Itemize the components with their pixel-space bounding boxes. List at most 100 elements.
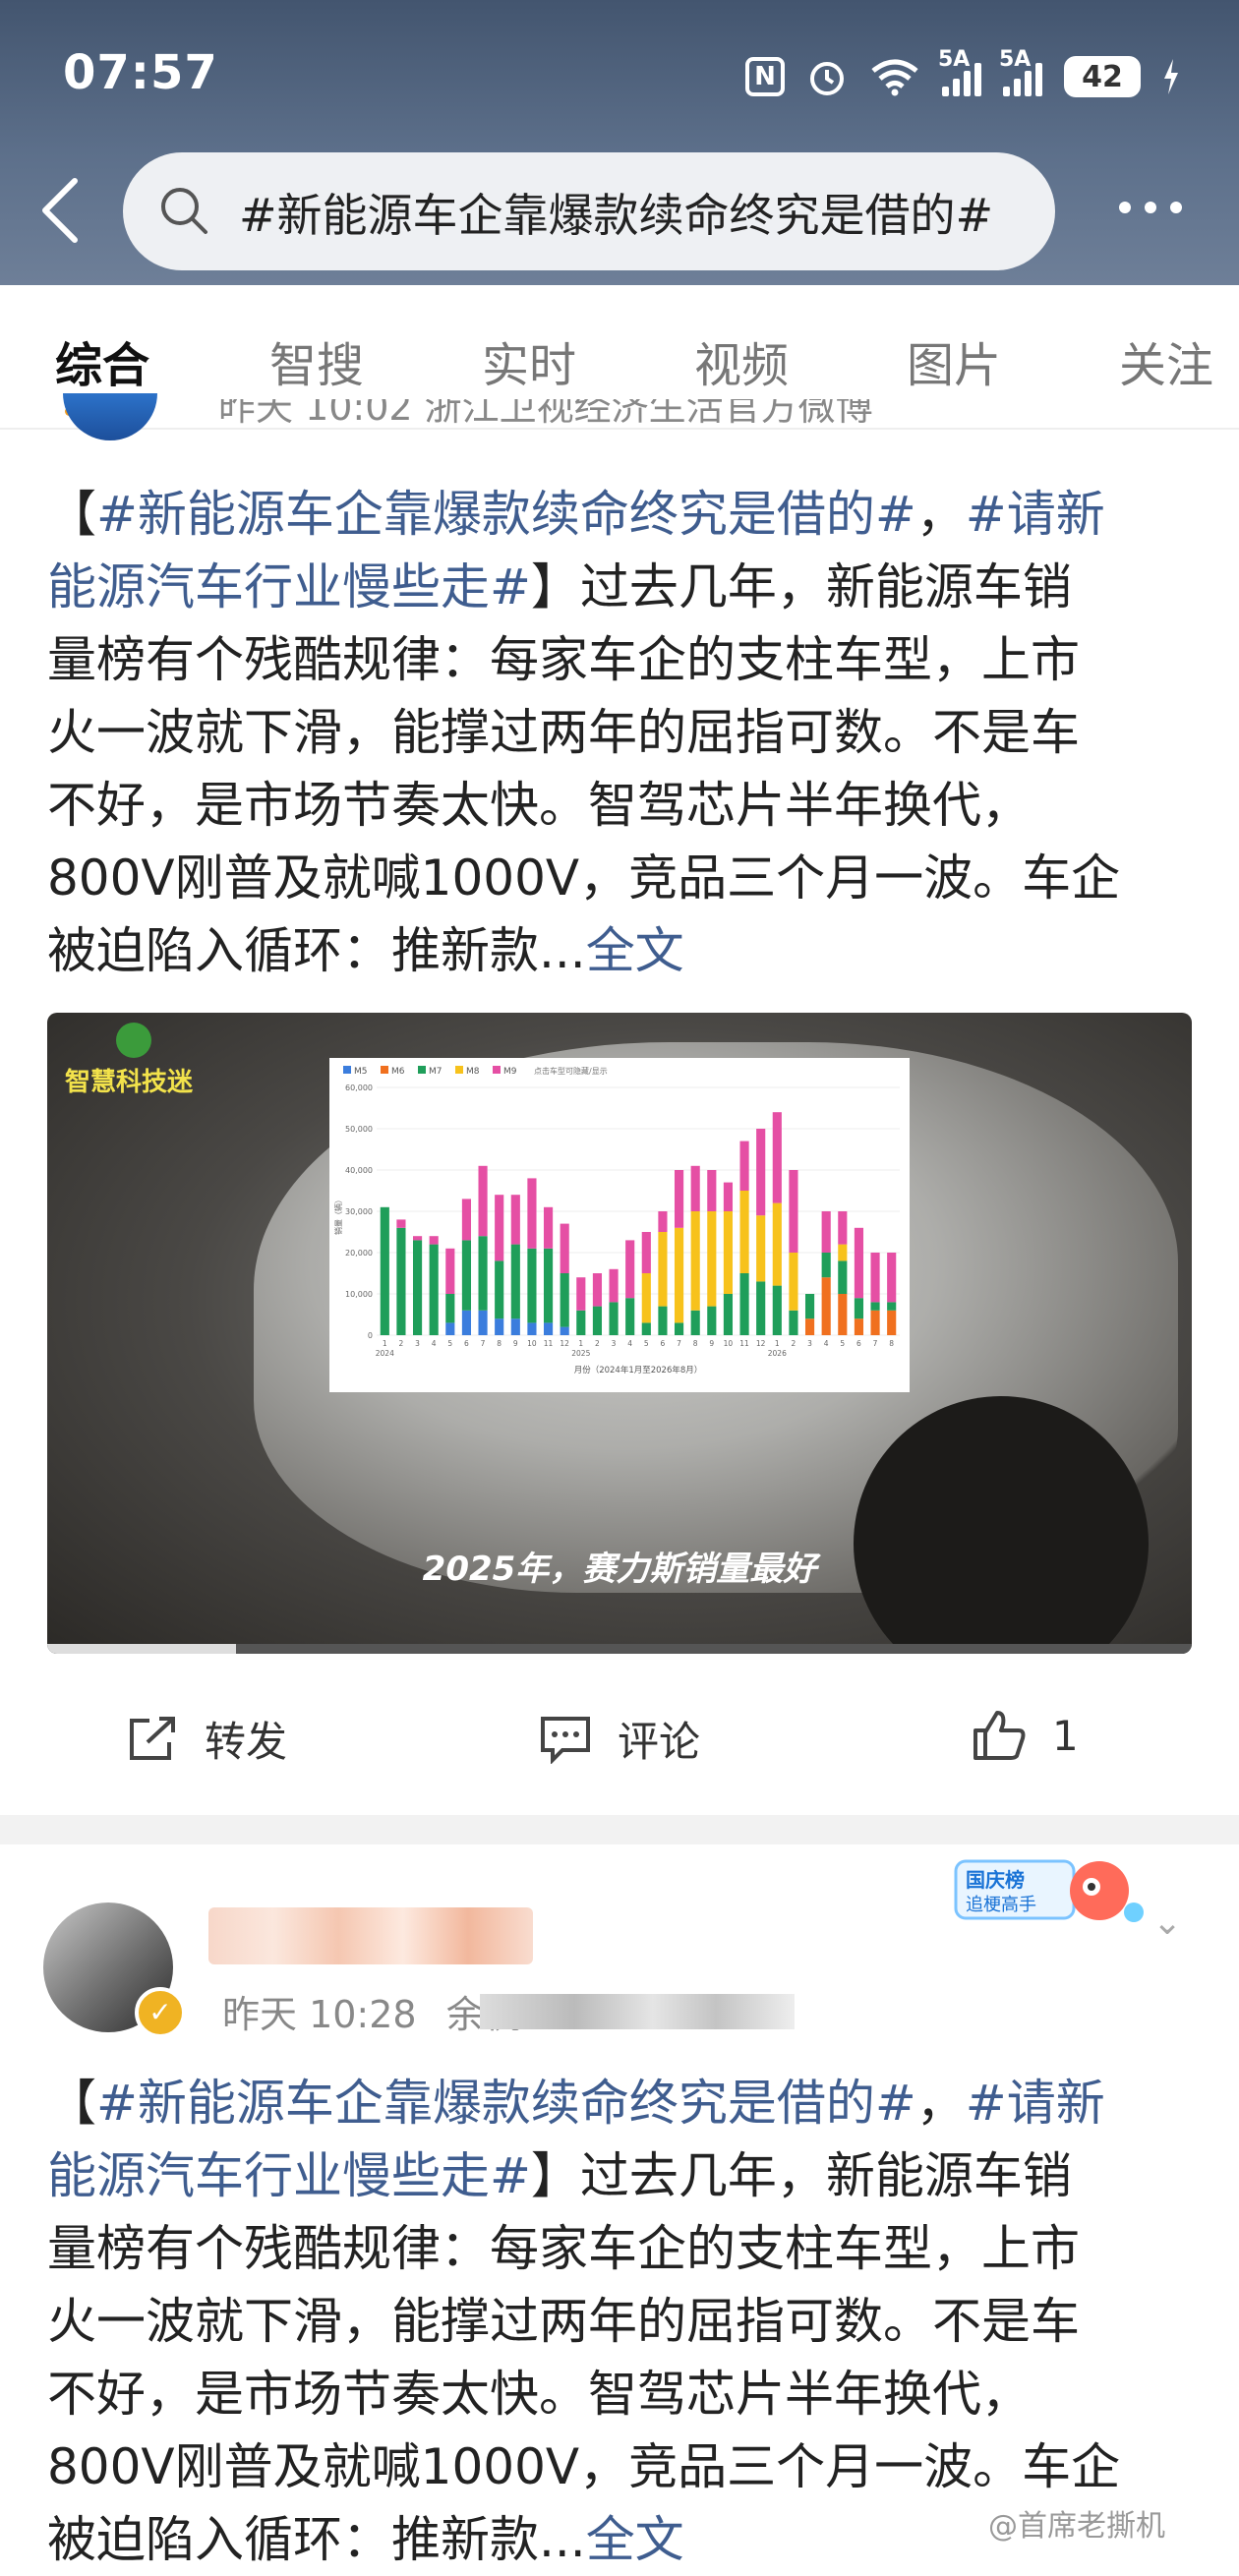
topic-hashtag-link[interactable]: #新能源车企靠爆款续命终究是借的# <box>96 2075 916 2132</box>
like-button[interactable]: 1 <box>972 1709 1079 1762</box>
bar-segment-m7 <box>576 1310 586 1335</box>
repost-label: 转发 <box>205 1718 288 1766</box>
y-tick-label: 40,000 <box>345 1166 373 1175</box>
post1-avatar[interactable] <box>63 393 157 440</box>
topic-hashtag-link[interactable]: #请新 <box>966 2075 1105 2132</box>
post-line: 能源汽车行业慢些走#】过去几年，新能源车销 <box>47 2139 1227 2212</box>
back-arrow-icon[interactable] <box>35 175 83 246</box>
video-progress-bar[interactable] <box>47 1644 1192 1654</box>
bar-segment-m9 <box>412 1236 423 1241</box>
search-input[interactable]: #新能源车企靠爆款续命终究是借的# <box>239 180 993 245</box>
legend-label: M6 <box>391 1067 405 1077</box>
svg-text:国庆榜: 国庆榜 <box>966 1868 1025 1892</box>
post-line: 不好，是市场节奏太快。智驾芯片半年换代， <box>47 769 1227 842</box>
top-header: 07:57 N 5A 5A 42 #新能源车企靠爆款续命终究是借的# <box>0 0 1239 285</box>
bar-segment-m9 <box>527 1178 537 1249</box>
channel-logo-icon <box>116 1023 151 1058</box>
bar-segment-m7 <box>625 1298 635 1335</box>
post-separator <box>0 1815 1239 1844</box>
post2-dropdown-icon[interactable]: ⌄ <box>1152 1903 1182 1943</box>
signal-icon-2: 5A <box>999 47 1042 96</box>
topic-hashtag-link[interactable]: 能源汽车行业慢些走# <box>47 2147 531 2204</box>
post2-content[interactable]: 【#新能源车企靠爆款续命终究是借的#，#请新 能源汽车行业慢些走#】过去几年，新能… <box>47 2067 1227 2576</box>
more-options-icon[interactable] <box>1119 202 1182 213</box>
x-tick-label: 3 <box>807 1339 812 1348</box>
post-text-segment: 不好，是市场节奏太快。智驾芯片半年换代， <box>47 777 1031 834</box>
post1-content[interactable]: 【#新能源车企靠爆款续命终究是借的#，#请新 能源汽车行业慢些走#】过去几年，新能… <box>47 478 1227 987</box>
bar-segment-m8 <box>723 1211 734 1294</box>
legend-label: M8 <box>466 1067 480 1077</box>
comment-icon <box>541 1716 590 1764</box>
x-tick-label: 10 <box>527 1339 537 1348</box>
repost-button[interactable]: 转发 <box>126 1709 287 1769</box>
comment-button[interactable]: 评论 <box>539 1709 700 1769</box>
post1-meta: 昨天 10:02 浙江卫视经济生活官方微博 <box>218 399 873 429</box>
x-tick-label: 1 <box>775 1339 780 1348</box>
topic-hashtag-link[interactable]: #新能源车企靠爆款续命终究是借的# <box>96 486 916 543</box>
national-day-badge-icon[interactable]: 国庆榜 追梗高手 <box>952 1853 1149 1932</box>
full-text-link[interactable]: 全文 <box>586 2511 684 2568</box>
bar-segment-m7 <box>543 1248 554 1323</box>
x-tick-label: 11 <box>544 1339 554 1348</box>
verified-badge-icon: ✓ <box>135 1987 186 2038</box>
tab-comprehensive[interactable]: 综合 <box>55 326 149 395</box>
x-tick-label: 9 <box>709 1339 714 1348</box>
tab-images[interactable]: 图片 <box>907 326 1001 395</box>
bar-segment-m9 <box>560 1223 569 1273</box>
nfc-icon: N <box>745 57 785 96</box>
video-subtitle: 2025年，赛力斯销量最好 <box>422 1550 817 1589</box>
full-text-link[interactable]: 全文 <box>586 922 684 979</box>
tab-following[interactable]: 关注 <box>1119 326 1213 395</box>
bar-segment-m8 <box>674 1227 684 1323</box>
bar-segment-m9 <box>510 1195 520 1245</box>
svg-text:追梗高手: 追梗高手 <box>966 1895 1036 1915</box>
bar-segment-m7 <box>510 1244 520 1319</box>
bar-segment-m5 <box>461 1310 472 1335</box>
bar-segment-m7 <box>739 1273 749 1335</box>
bar-segment-m8 <box>739 1191 749 1273</box>
post-text-segment: 】过去几年，新能源车销 <box>530 558 1072 615</box>
post-line: 800V刚普及就喊1000V，竞品三个月一波。车企 <box>47 2430 1227 2503</box>
bar-segment-m7 <box>396 1227 406 1335</box>
video-chart: M5 M6 M7 M8 M9 点击车型可隐藏/显示 0 10,000 20,000 30,000 4… <box>329 1058 910 1392</box>
status-time: 07:57 <box>63 45 218 100</box>
bar-segment-m6 <box>854 1318 864 1335</box>
bar-segment-m7 <box>821 1253 831 1278</box>
year-label: 2025 <box>571 1349 590 1358</box>
bar-segment-m7 <box>429 1244 439 1335</box>
bar-segment-m8 <box>838 1244 848 1261</box>
bar-segment-m5 <box>527 1322 537 1335</box>
x-tick-label: 8 <box>497 1339 502 1348</box>
bar-segment-m5 <box>510 1318 520 1335</box>
post1-video[interactable]: 智慧科技迷 M5 M6 M7 M8 M9 点击车型可隐藏/显示 0 10,000 20,000 3… <box>47 1013 1192 1654</box>
topic-hashtag-link[interactable]: #请新 <box>966 486 1105 543</box>
bar-segment-m7 <box>412 1240 423 1335</box>
post-text-segment: 被迫陷入循环：推新款... <box>47 922 586 979</box>
bar-segment-m7 <box>495 1260 504 1319</box>
y-tick-label: 0 <box>368 1331 373 1340</box>
bar-segment-m8 <box>641 1273 651 1323</box>
post-line: 火一波就下滑，能撑过两年的屈指可数。不是车 <box>47 696 1227 769</box>
battery-icon: 42 <box>1064 56 1141 97</box>
y-tick-label: 20,000 <box>345 1249 373 1258</box>
bar-segment-m5 <box>495 1318 504 1335</box>
bar-segment-m9 <box>887 1253 897 1303</box>
bar-segment-m7 <box>854 1298 864 1319</box>
tab-realtime[interactable]: 实时 <box>482 326 576 395</box>
post2-meta: 昨天 10:28 余杭 <box>222 1984 521 2038</box>
topic-hashtag-link[interactable]: 能源汽车行业慢些走# <box>47 558 531 615</box>
tab-smart-search[interactable]: 智搜 <box>269 326 364 395</box>
post-line: 能源汽车行业慢些走#】过去几年，新能源车销 <box>47 551 1227 623</box>
search-bar[interactable]: #新能源车企靠爆款续命终究是借的# <box>123 152 1055 270</box>
legend-note: 点击车型可隐藏/显示 <box>534 1066 608 1076</box>
post-line: 800V刚普及就喊1000V，竞品三个月一波。车企 <box>47 842 1227 914</box>
bar-segment-m7 <box>756 1281 766 1335</box>
post2-username-blurred[interactable] <box>208 1907 533 1964</box>
bar-segment-m6 <box>887 1310 897 1335</box>
x-tick-label: 2 <box>792 1339 796 1348</box>
bar-segment-m9 <box>870 1253 880 1303</box>
post-text-segment: ， <box>915 2075 966 2132</box>
bar-segment-m9 <box>461 1199 472 1241</box>
tab-video[interactable]: 视频 <box>694 326 789 395</box>
x-tick-label: 1 <box>383 1339 387 1348</box>
